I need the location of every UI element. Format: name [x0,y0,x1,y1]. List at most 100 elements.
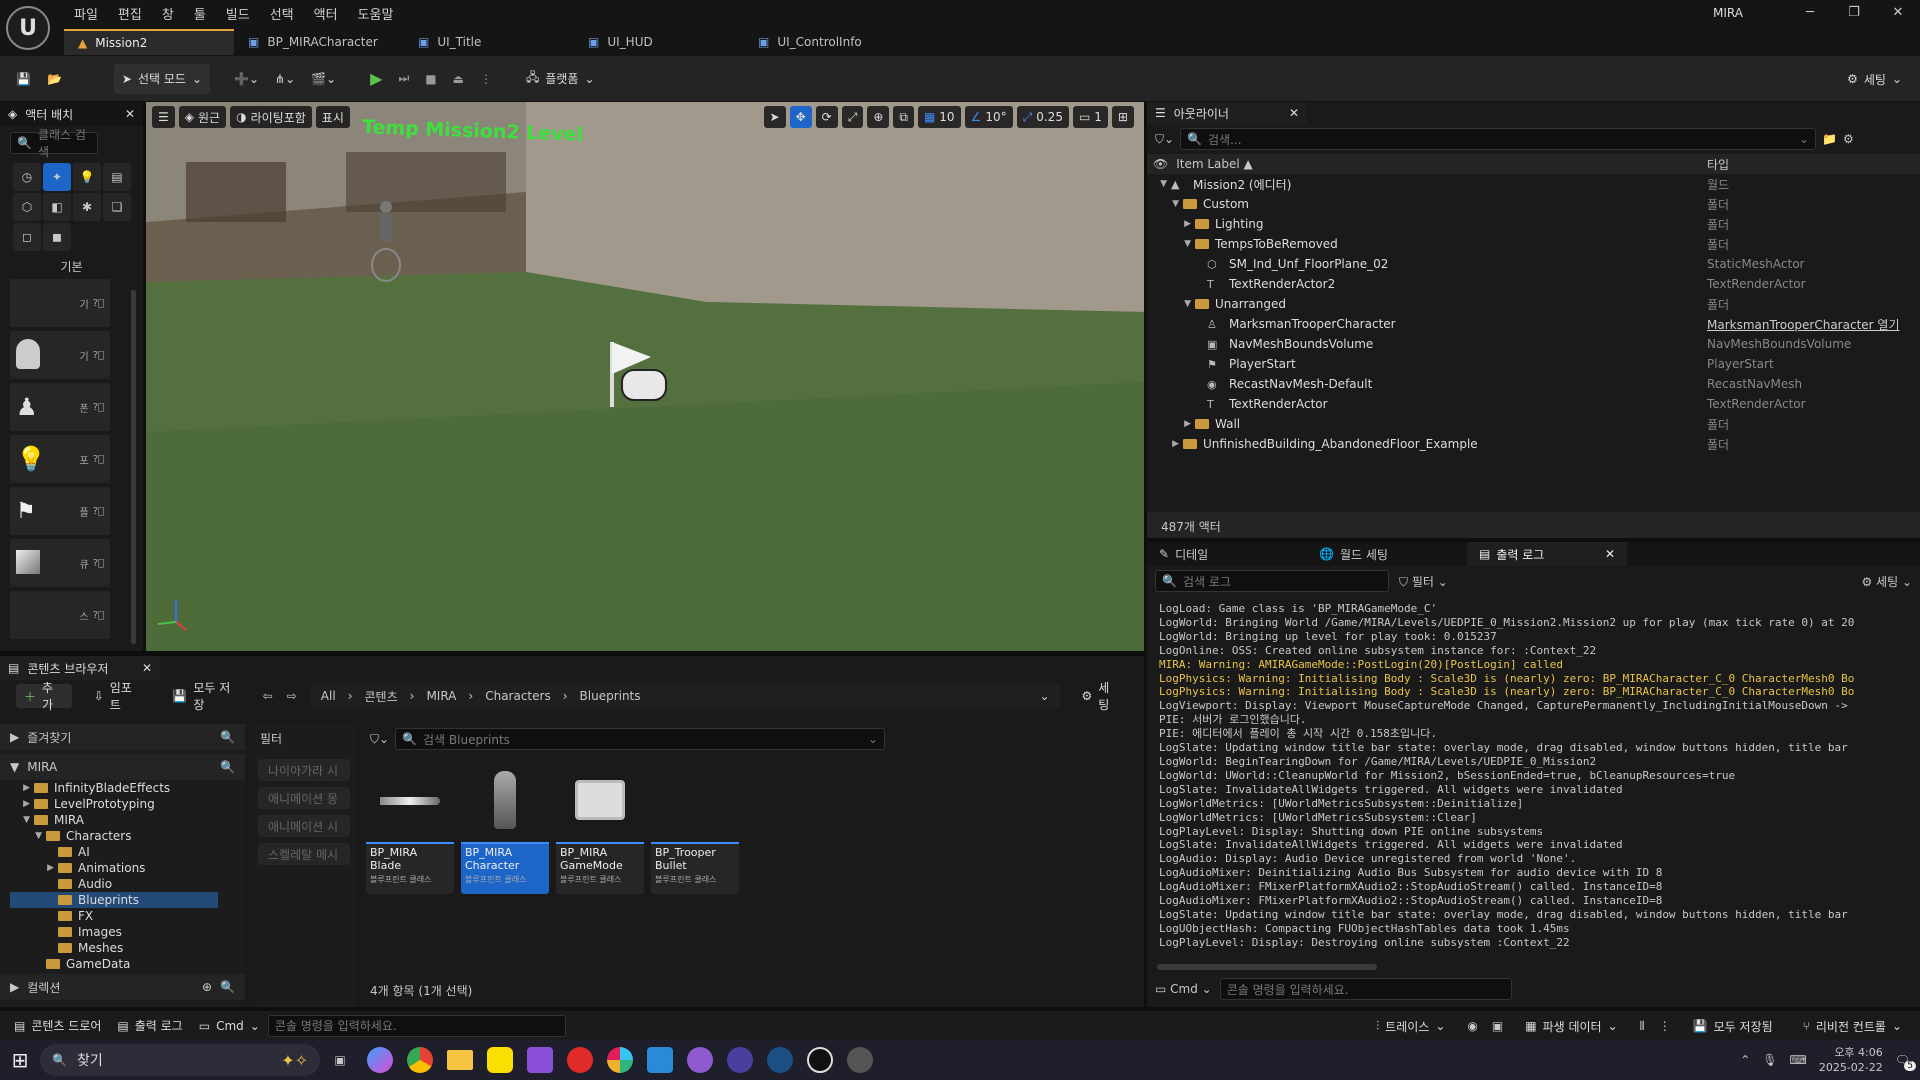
expand-arrow-icon[interactable]: ▶ [1147,439,1183,449]
steam-icon[interactable] [760,1040,800,1080]
folder-tree-item[interactable]: ▶ InfinityBladeEffects [10,780,218,796]
windows-start-icon[interactable]: ⊞ [0,1040,40,1080]
taskbar-search[interactable]: 🔍 찾기 ✦✧ [40,1044,320,1076]
trace-button[interactable]: ⫶ 트레이스 ⌄ [1368,1011,1453,1041]
kakaotalk-icon[interactable] [480,1040,520,1080]
menu-item[interactable]: 파일 [64,4,108,23]
asset-tile[interactable]: BP_Trooper Bullet 블루프린트 클래스 [651,760,739,894]
outliner-row[interactable]: ▶ UnfinishedBuilding_AbandonedFloor_Examp… [1147,434,1920,454]
content-drawer-button[interactable]: ▤ 콘텐츠 드로어 [6,1011,109,1041]
outliner-row[interactable]: ◉ RecastNavMesh-Default RecastNavMesh [1147,374,1920,394]
platform-button[interactable]: 🖧 플랫폼 ⌄ [518,64,603,94]
place-actor-item[interactable]: 스 ?⃝ [10,591,110,639]
vscode-icon[interactable] [640,1040,680,1080]
folder-tree-item[interactable]: ▶ Animations [10,860,218,876]
more-options-icon[interactable]: ⋮ [472,64,500,94]
breadcrumb-item[interactable]: Characters [485,689,551,703]
save-all-button[interactable]: 💾 모두 저장 [164,681,248,712]
step-icon[interactable]: ⏭ [390,64,417,94]
eject-icon[interactable]: ⏏ [445,64,472,94]
console-input[interactable]: 콘솔 명령을 입력하세요. [1219,978,1512,1000]
expand-arrow-icon[interactable]: ▼ [1147,179,1171,189]
place-actor-item[interactable]: 기 ?⃝ [10,279,110,327]
visibility-icon[interactable]: 👁 [1153,157,1168,171]
folder-tree-item[interactable]: Audio [10,876,218,892]
asset-tile[interactable]: BP_MIRA Blade 블루프린트 클래스 [366,760,454,894]
tab-details[interactable]: ✎ 디테일 [1147,542,1307,566]
help-icon[interactable]: ?⃝ [93,610,104,621]
add-button[interactable]: ＋ 추가 [16,681,72,712]
scale-tool-icon[interactable]: ⤢ [841,106,864,128]
chevron-up-icon[interactable]: ⌃ [1740,1053,1750,1067]
keyboard-icon[interactable]: ⌨ [1790,1053,1807,1067]
outliner-row[interactable]: ⚑ PlayerStart PlayerStart [1147,354,1920,374]
breadcrumb-item[interactable]: Blueprints [580,689,641,703]
place-actor-item[interactable]: ♟ 폰 ?⃝ [10,383,110,431]
menu-item[interactable]: 툴 [184,4,216,23]
asset-search-input[interactable]: 🔍 검색 Blueprints ⌄ [395,728,886,750]
basic-icon[interactable]: ✦ [43,163,71,191]
more-options-icon[interactable]: ⋮ [1659,1019,1671,1033]
outliner-search-input[interactable]: 🔍 검색... ⌄ [1180,128,1817,150]
place-actor-item[interactable]: ⚑ 플 ?⃝ [10,487,110,535]
show-button[interactable]: 표시 [315,106,350,128]
select-mode-button[interactable]: ➤ 선택 모드 ⌄ [113,63,211,94]
geometry-icon[interactable]: ◧ [43,193,71,221]
help-icon[interactable]: ?⃝ [93,454,104,465]
menu-item[interactable]: 빌드 [216,4,260,23]
asset-tile[interactable]: BP_MIRA Character 블루프린트 클래스 [461,760,549,894]
save-all-status[interactable]: 💾 모두 저장됨 [1685,1011,1781,1041]
tab-world-settings[interactable]: 🌐 월드 세팅 [1307,542,1467,566]
stop-icon[interactable]: ■ [417,64,444,94]
forward-icon[interactable]: ⇨ [287,689,297,703]
breadcrumb-item[interactable]: MIRA [426,689,456,703]
place-actor-item[interactable]: 큐 ?⃝ [10,539,110,587]
asset-tile[interactable]: BP_MIRA GameMode 블루프린트 클래스 [556,760,644,894]
chevron-down-icon[interactable]: ⌄ [1039,689,1049,703]
menu-item[interactable]: 창 [152,4,184,23]
help-icon[interactable]: ?⃝ [93,298,104,309]
document-tab[interactable]: ▲ Mission2 [64,29,234,55]
surface-snap-icon[interactable]: ⧉ [893,106,914,128]
cinematic-icon[interactable]: ▤ [103,163,131,191]
place-actor-item[interactable]: 💡 포 ?⃝ [10,435,110,483]
outliner-row[interactable]: ♙ MarksmanTrooperCharacter MarksmanTrooper… [1147,314,1920,334]
play-button[interactable]: ▶ [362,64,390,94]
close-icon[interactable]: ✕ [1876,5,1920,20]
outliner-row[interactable]: ▼ ▲ Mission2 (에디터) 월드 [1147,174,1920,194]
browse-icon[interactable]: 📂 [39,64,70,94]
tab-output-log[interactable]: ▤ 출력 로그 ✕ [1467,542,1627,566]
folder-tree-item[interactable]: Meshes [10,940,218,956]
col-type[interactable]: 타입 [1707,156,1729,173]
breadcrumb-item[interactable]: All [321,689,336,703]
add-folder-icon[interactable]: 📁 [1822,132,1837,146]
close-icon[interactable]: ✕ [1605,547,1615,561]
unreal-logo-icon[interactable]: U [6,6,50,50]
more-icon[interactable]: ◼ [43,223,71,251]
rotation-snap-button[interactable]: ∠ 10° [964,106,1013,128]
folder-tree-item[interactable]: Blueprints [10,892,218,908]
recent-icon[interactable]: ◷ [13,163,41,191]
expand-arrow-icon[interactable]: ▼ [1147,199,1183,209]
expand-arrow-icon[interactable]: ▼ [1147,239,1195,249]
log-search-input[interactable]: 🔍 검색 로그 [1155,570,1389,592]
folder-tree-item[interactable]: FX [10,908,218,924]
folder-tree-item[interactable]: Images [10,924,218,940]
lighting-button[interactable]: ◑ 라이팅포함 [230,106,312,128]
microphone-icon[interactable]: 🎙 [1762,1053,1777,1067]
console-input[interactable]: 콘솔 명령을 입력하세요. [267,1014,566,1037]
grid-snap-button[interactable]: ▦ 10 [917,106,961,128]
filter-chip[interactable]: 스켈레탈 메시 [258,843,350,865]
output-log-button[interactable]: ▤ 출력 로그 [109,1011,190,1041]
cmd-button[interactable]: ▭ Cmd ⌄ [1155,982,1212,996]
shapes-icon[interactable]: ◻ [13,223,41,251]
outliner-row[interactable]: ▶ Wall 폴더 [1147,414,1920,434]
record-icon[interactable]: ◉ [1467,1019,1477,1033]
item-type[interactable]: MarksmanTrooperCharacter 열기 [1707,316,1899,333]
layout-icon[interactable]: ⊞ [1111,106,1134,128]
document-tab[interactable]: ▣ UI_ControlInfo [744,29,914,55]
help-icon[interactable]: ?⃝ [93,402,104,413]
outliner-tab[interactable]: ☰ 아웃라이너 ✕ [1147,102,1307,124]
notification-icon[interactable]: 🗨 5 [1895,1053,1916,1071]
visual-effects-icon[interactable]: ⬡ [13,193,41,221]
